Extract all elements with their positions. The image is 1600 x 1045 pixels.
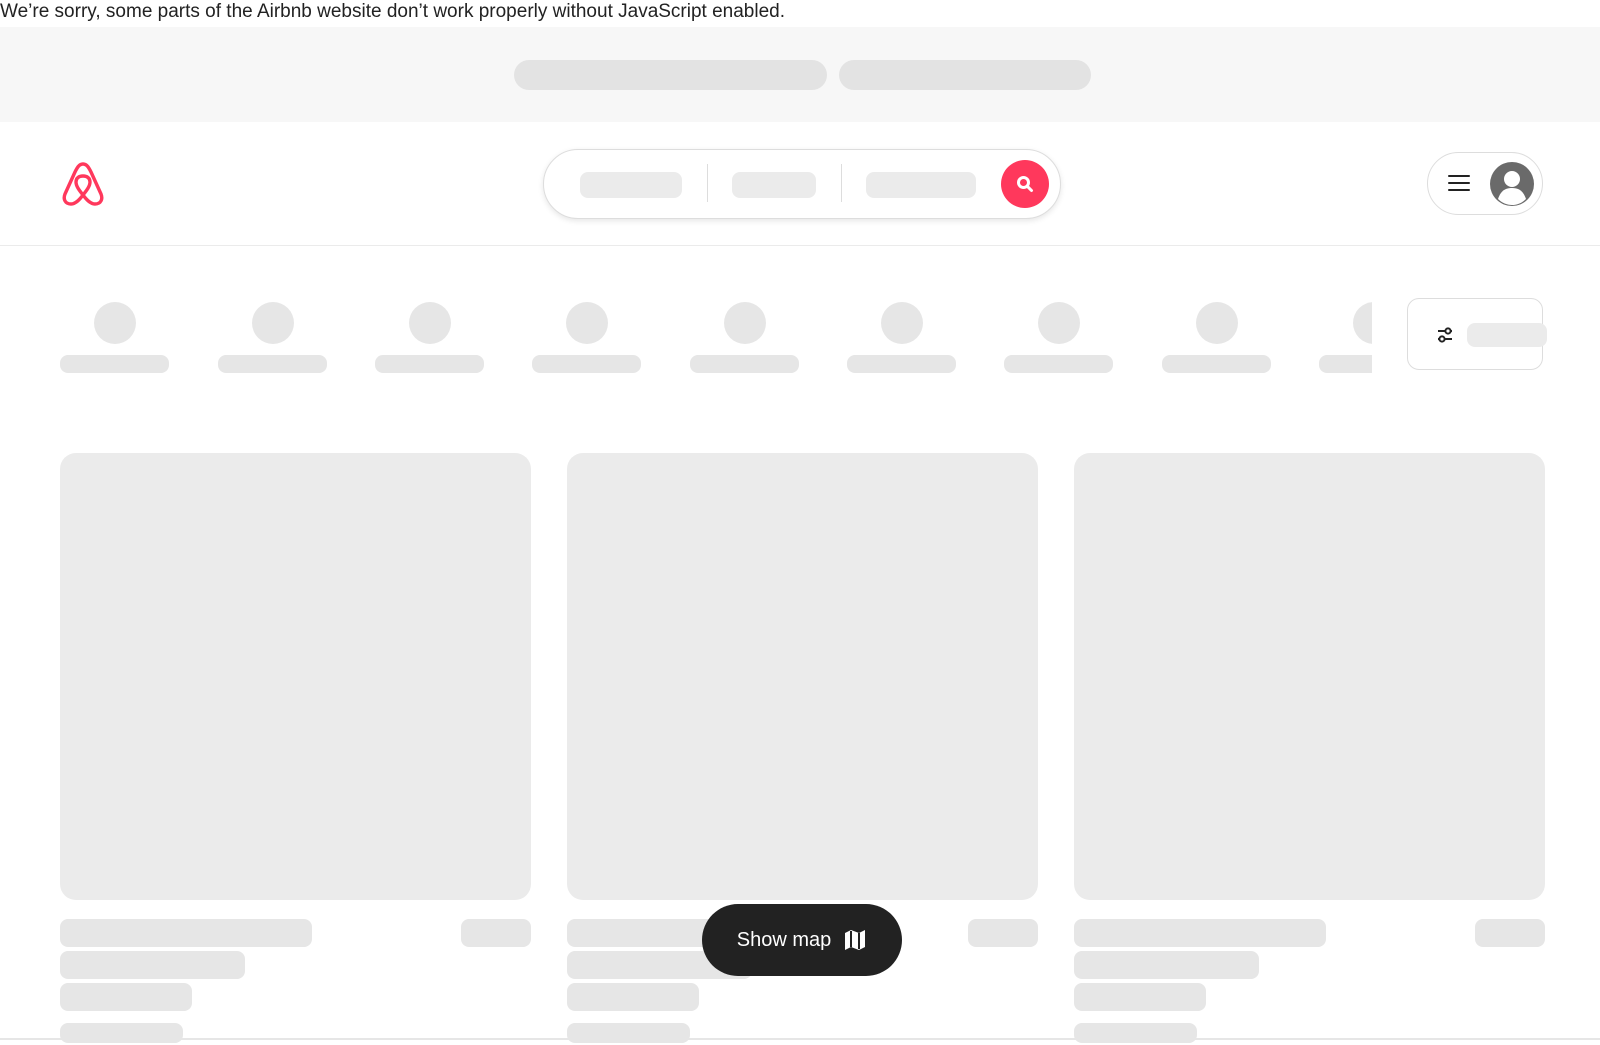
banner-placeholder	[514, 60, 827, 90]
user-menu-button[interactable]	[1427, 152, 1543, 215]
category-item[interactable]	[1162, 300, 1272, 380]
search-bar[interactable]	[543, 149, 1061, 219]
category-item[interactable]	[847, 300, 957, 380]
listing-rating-placeholder	[968, 919, 1038, 947]
category-item[interactable]	[690, 300, 800, 380]
category-label-placeholder	[60, 355, 169, 373]
listing-rating-placeholder	[1475, 919, 1545, 947]
listing-title-placeholder	[1074, 919, 1326, 947]
listing-image-placeholder[interactable]	[60, 453, 531, 900]
category-label-placeholder	[1162, 355, 1271, 373]
loading-banner	[0, 27, 1600, 123]
category-label-placeholder	[690, 355, 799, 373]
map-icon	[845, 930, 866, 950]
category-icon-placeholder	[1038, 302, 1080, 344]
category-item[interactable]	[1004, 300, 1114, 380]
category-icon-placeholder	[566, 302, 608, 344]
category-item[interactable]	[375, 300, 485, 380]
category-label-placeholder	[375, 355, 484, 373]
listing-subtitle-placeholder	[1074, 951, 1259, 979]
search-button[interactable]	[1001, 160, 1049, 208]
listing-dates-placeholder	[60, 983, 192, 1011]
category-strip[interactable]	[60, 300, 1372, 380]
category-icon-placeholder	[724, 302, 766, 344]
category-label-placeholder	[532, 355, 641, 373]
banner-placeholder	[839, 60, 1091, 90]
listing-subtitle-placeholder	[60, 951, 245, 979]
listing-card[interactable]	[1074, 453, 1545, 1043]
listing-title-placeholder	[60, 919, 312, 947]
user-avatar-icon	[1490, 162, 1534, 206]
show-map-button[interactable]: Show map	[702, 904, 902, 976]
category-label-placeholder	[847, 355, 956, 373]
show-map-label: Show map	[736, 928, 832, 951]
category-item[interactable]	[60, 300, 170, 380]
listing-card[interactable]	[60, 453, 531, 1043]
category-item[interactable]	[218, 300, 328, 380]
category-label-placeholder	[1319, 355, 1372, 373]
hamburger-menu-icon	[1448, 175, 1470, 193]
category-icon-placeholder	[409, 302, 451, 344]
search-dates-placeholder[interactable]	[732, 172, 816, 198]
category-label-placeholder	[1004, 355, 1113, 373]
listing-dates-placeholder	[1074, 983, 1206, 1011]
search-icon	[1017, 176, 1033, 192]
airbnb-logo-icon[interactable]	[59, 158, 107, 210]
search-guests-placeholder[interactable]	[866, 172, 976, 198]
page-bottom-divider	[0, 1038, 1600, 1040]
listing-dates-placeholder	[567, 983, 699, 1011]
site-header	[0, 122, 1600, 246]
listing-price-placeholder	[567, 1023, 690, 1043]
category-item[interactable]	[532, 300, 642, 380]
category-icon-placeholder	[252, 302, 294, 344]
filters-label-placeholder	[1467, 323, 1547, 347]
search-divider	[841, 164, 842, 202]
category-item[interactable]	[1319, 300, 1372, 380]
category-label-placeholder	[218, 355, 327, 373]
listing-image-placeholder[interactable]	[567, 453, 1038, 900]
listing-rating-placeholder	[461, 919, 531, 947]
category-icon-placeholder	[1196, 302, 1238, 344]
listing-price-placeholder	[1074, 1023, 1197, 1043]
filters-sliders-icon	[1438, 327, 1452, 343]
search-location-placeholder[interactable]	[580, 172, 682, 198]
javascript-disabled-notice: We’re sorry, some parts of the Airbnb we…	[0, 1, 786, 22]
listing-image-placeholder[interactable]	[1074, 453, 1545, 900]
category-icon-placeholder	[881, 302, 923, 344]
category-icon-placeholder	[94, 302, 136, 344]
filters-button[interactable]	[1407, 298, 1547, 370]
search-divider	[707, 164, 708, 202]
category-icon-placeholder	[1353, 302, 1372, 344]
listing-price-placeholder	[60, 1023, 183, 1043]
